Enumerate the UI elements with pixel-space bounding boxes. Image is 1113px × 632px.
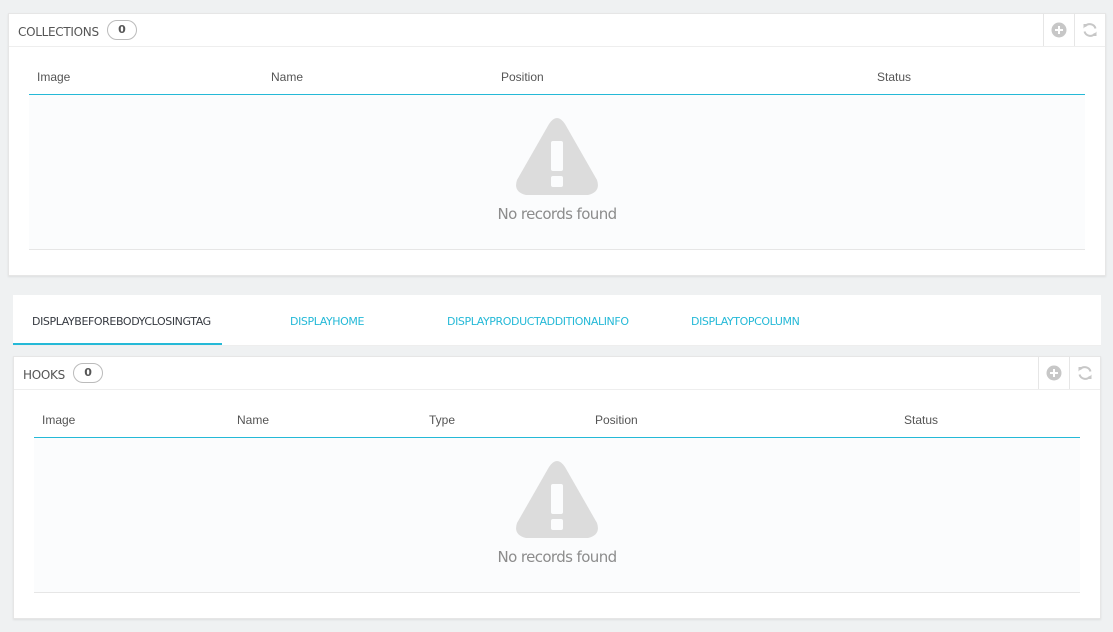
column-header-status[interactable]: Status xyxy=(877,70,911,84)
hooks-count-badge: 0 xyxy=(72,363,103,383)
collections-count-badge: 0 xyxy=(106,20,137,40)
tab-label: DISPLAYBEFOREBODYCLOSINGTAG xyxy=(32,315,211,328)
tab-label: DISPLAYTOPCOLUMN xyxy=(691,315,800,328)
column-header-position[interactable]: Position xyxy=(595,413,638,427)
tab-displayproductadditionalinfo[interactable]: DISPLAYPRODUCTADDITIONALINFO xyxy=(447,295,629,345)
tab-displaybeforebodyclosingtag[interactable]: DISPLAYBEFOREBODYCLOSINGTAG xyxy=(13,295,222,345)
hook-tabs-bar: DISPLAYBEFOREBODYCLOSINGTAG DISPLAYHOME … xyxy=(13,295,1101,346)
collections-panel: COLLECTIONS 0 Image Name Position Status… xyxy=(8,13,1106,276)
hooks-actions xyxy=(1038,357,1100,389)
collections-empty-state: No records found xyxy=(29,95,1085,250)
column-header-position[interactable]: Position xyxy=(501,70,544,84)
hooks-empty-state: No records found xyxy=(34,438,1080,593)
warning-icon xyxy=(516,118,598,195)
tab-displayhome[interactable]: DISPLAYHOME xyxy=(290,295,364,345)
refresh-icon xyxy=(1078,366,1092,380)
column-header-type[interactable]: Type xyxy=(429,413,455,427)
column-header-name[interactable]: Name xyxy=(271,70,303,84)
column-header-image[interactable]: Image xyxy=(37,70,70,84)
tab-displaytopcolumn[interactable]: DISPLAYTOPCOLUMN xyxy=(691,295,800,345)
hooks-panel-heading: HOOKS 0 xyxy=(14,357,1100,390)
collections-title-label: COLLECTIONS xyxy=(18,24,99,39)
refresh-icon xyxy=(1083,23,1097,37)
tab-label: DISPLAYPRODUCTADDITIONALINFO xyxy=(447,315,629,328)
hooks-table-header: Image Name Type Position Status xyxy=(34,389,1080,438)
refresh-hooks-button[interactable] xyxy=(1069,357,1100,389)
collections-actions xyxy=(1043,14,1105,46)
column-header-status[interactable]: Status xyxy=(904,413,938,427)
add-collection-button[interactable] xyxy=(1043,14,1074,46)
empty-state-message: No records found xyxy=(497,205,617,223)
empty-state-message: No records found xyxy=(497,548,617,566)
collections-table-header: Image Name Position Status xyxy=(29,46,1085,95)
add-hook-button[interactable] xyxy=(1038,357,1069,389)
plus-circle-icon xyxy=(1051,22,1067,38)
hooks-panel: HOOKS 0 Image Name Type Position Status … xyxy=(13,356,1101,619)
hooks-title-label: HOOKS xyxy=(23,367,65,382)
collections-title: COLLECTIONS 0 xyxy=(18,20,137,40)
plus-circle-icon xyxy=(1046,365,1062,381)
column-header-image[interactable]: Image xyxy=(42,413,75,427)
warning-icon xyxy=(516,461,598,538)
collections-panel-heading: COLLECTIONS 0 xyxy=(9,14,1105,47)
hooks-title: HOOKS 0 xyxy=(23,363,103,383)
refresh-collections-button[interactable] xyxy=(1074,14,1105,46)
column-header-name[interactable]: Name xyxy=(237,413,269,427)
tab-label: DISPLAYHOME xyxy=(290,315,365,328)
